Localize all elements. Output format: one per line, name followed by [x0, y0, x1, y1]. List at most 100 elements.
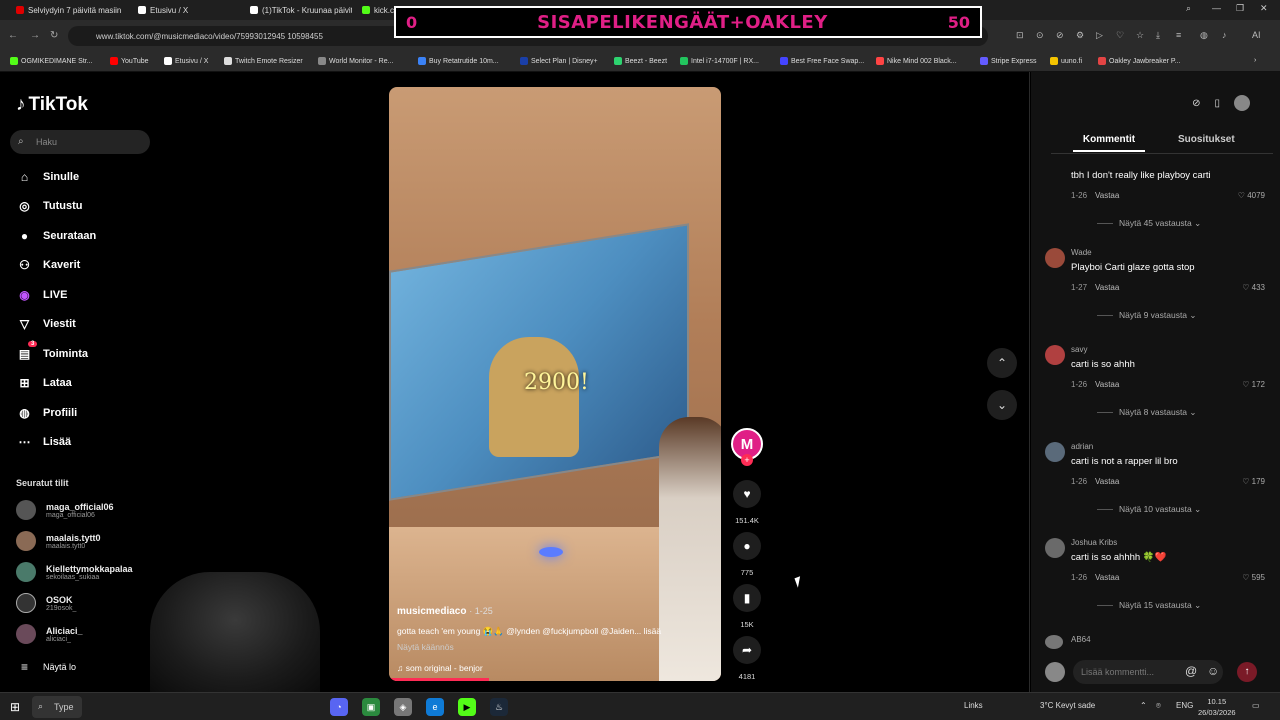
- play-icon[interactable]: ▷: [1096, 30, 1103, 41]
- app-icon[interactable]: ▣: [362, 698, 380, 716]
- bookmark-item[interactable]: Stripe Express: [980, 57, 1037, 65]
- view-replies-button[interactable]: Näytä 10 vastausta ⌄: [1097, 504, 1201, 515]
- browser-tab[interactable]: Selviydyin 7 päivitä masiin: [16, 3, 128, 17]
- search-tabs-icon[interactable]: ⌕: [1186, 3, 1191, 14]
- emoji-icon[interactable]: ☺: [1207, 664, 1219, 678]
- bookmark-item[interactable]: uuno.fi: [1050, 57, 1082, 65]
- bookmark-item[interactable]: OGMIKEDIMANE Str...: [10, 57, 93, 65]
- tiktok-extension-icon[interactable]: ♪: [1222, 30, 1227, 40]
- browser-tab-active[interactable]: (1)TikTok - Kruunaa päivit: [250, 3, 352, 17]
- bookmark-item[interactable]: Nike Mind 002 Black...: [876, 57, 957, 65]
- comment-button[interactable]: ● 775: [731, 532, 763, 577]
- view-replies-button[interactable]: Näytä 15 vastausta ⌄: [1097, 600, 1201, 611]
- heart-icon[interactable]: ♡: [1116, 30, 1124, 41]
- system-clock[interactable]: 10.15 26/03/2026: [1198, 696, 1236, 718]
- minimize-icon[interactable]: —: [1212, 3, 1221, 13]
- bookmark-item[interactable]: Twitch Emote Resizer: [224, 57, 303, 65]
- language-indicator[interactable]: ENG: [1176, 701, 1193, 710]
- discord-icon[interactable]: ◔: [330, 698, 348, 716]
- bookmark-item[interactable]: Oakley Jawbreaker P...: [1098, 57, 1180, 65]
- avatar[interactable]: [1045, 345, 1065, 365]
- download-icon[interactable]: ⤓: [1156, 30, 1160, 41]
- avatar[interactable]: [1045, 248, 1065, 268]
- video-player[interactable]: 2900! musicmediaco · 1-25 gotta teach 'e…: [389, 87, 721, 681]
- tab-suositukset[interactable]: Suositukset: [1178, 134, 1235, 145]
- kick-icon[interactable]: ▶: [458, 698, 476, 716]
- comment-likes[interactable]: ♡ 433: [1242, 283, 1265, 292]
- edge-icon[interactable]: e: [426, 698, 444, 716]
- links-toolbar[interactable]: Links: [964, 701, 983, 710]
- nav-item-live[interactable]: ◉ LIVE: [16, 286, 67, 303]
- like-button[interactable]: ♥ 151.4K: [731, 480, 763, 525]
- forward-icon[interactable]: →: [30, 30, 40, 41]
- comment-user[interactable]: savy: [1071, 345, 1087, 354]
- nav-item-profiili[interactable]: ◍ Profiili: [16, 404, 77, 421]
- comment-user[interactable]: Joshua Kribs: [1071, 538, 1117, 547]
- nav-item-seurataan[interactable]: ● Seurataan: [16, 227, 96, 244]
- sound-link[interactable]: ♫ som original - benjor: [397, 663, 713, 673]
- reply-button[interactable]: Vastaa: [1095, 283, 1119, 292]
- following-account[interactable]: maalais.tytt0 maalais.tytt0: [16, 531, 101, 551]
- reload-icon[interactable]: ↻: [50, 30, 58, 41]
- tab-kommentit[interactable]: Kommentit: [1073, 134, 1145, 152]
- video-progress-bar[interactable]: [389, 678, 489, 681]
- comment-user[interactable]: Wade: [1071, 248, 1092, 257]
- weather-widget[interactable]: 3°C Kevyt sade: [1040, 701, 1095, 710]
- save-button[interactable]: ▮ 15K: [731, 584, 763, 629]
- avatar[interactable]: [1045, 442, 1065, 462]
- view-replies-button[interactable]: Näytä 9 vastausta ⌄: [1097, 310, 1197, 321]
- next-video-button[interactable]: ⌄: [987, 390, 1017, 420]
- mention-icon[interactable]: @: [1185, 664, 1197, 678]
- bookmark-item[interactable]: Select Plan | Disney+: [520, 57, 598, 65]
- extension-icon[interactable]: ⊡: [1016, 30, 1024, 41]
- ai-icon[interactable]: AI: [1252, 30, 1261, 40]
- comment-input[interactable]: Lisää kommentti...: [1073, 660, 1223, 684]
- bookmark-item[interactable]: Etusivu / X: [164, 57, 208, 65]
- reply-button[interactable]: Vastaa: [1095, 477, 1119, 486]
- nav-item-lataa[interactable]: ⊞ Lataa: [16, 374, 71, 391]
- search-input[interactable]: ⌕ Haku: [10, 130, 150, 154]
- bookmark-item[interactable]: Intel i7-14700F | RX...: [680, 57, 759, 65]
- following-account[interactable]: Kiellettymokkapalaa sekoilaas_sukiaa: [16, 562, 133, 582]
- following-account[interactable]: maga_official06 maga_official06: [16, 500, 114, 520]
- bookmark-item[interactable]: Best Free Face Swap...: [780, 57, 864, 65]
- nav-item-viestit[interactable]: ▽ Viestit: [16, 315, 76, 332]
- browser-tab[interactable]: Etusivu / X: [138, 3, 238, 17]
- extension-icon[interactable]: ⊘: [1056, 30, 1064, 41]
- see-more-following[interactable]: ≡ Näytä lo: [16, 658, 76, 675]
- tray-chevron-icon[interactable]: ⌃: [1140, 701, 1147, 710]
- nav-item-tutustu[interactable]: ◎ Tutustu: [16, 197, 82, 214]
- taskbar-search[interactable]: ⌕ Type: [32, 696, 82, 718]
- view-replies-button[interactable]: Näytä 45 vastausta ⌄: [1097, 218, 1201, 229]
- extension-icon[interactable]: ⚙: [1076, 30, 1084, 41]
- reply-button[interactable]: Vastaa: [1095, 573, 1119, 582]
- notifications-icon[interactable]: ▭: [1252, 701, 1260, 710]
- comment-user[interactable]: AB64: [1071, 635, 1091, 644]
- comment-likes[interactable]: ♡ 179: [1242, 477, 1265, 486]
- avatar[interactable]: [1045, 635, 1063, 649]
- follow-plus-icon[interactable]: +: [741, 454, 753, 466]
- video-author[interactable]: musicmediaco · 1-25: [397, 606, 713, 617]
- menu-icon[interactable]: ≡: [1176, 30, 1181, 40]
- bookmark-item[interactable]: YouTube: [110, 57, 149, 65]
- comment-likes[interactable]: ♡ 4079: [1238, 191, 1265, 200]
- following-account[interactable]: Aliciaci_ aliciaci_: [16, 624, 83, 644]
- avatar[interactable]: [1234, 95, 1250, 111]
- phone-icon[interactable]: ▯: [1214, 98, 1220, 111]
- maximize-icon[interactable]: ❐: [1236, 3, 1244, 14]
- comment-user[interactable]: adrian: [1071, 442, 1093, 451]
- bookmark-item[interactable]: Buy Retatrutide 10m...: [418, 57, 499, 65]
- extension-icon[interactable]: ⊙: [1036, 30, 1044, 41]
- back-icon[interactable]: ←: [8, 30, 18, 41]
- compass-icon[interactable]: ⊘: [1192, 98, 1200, 111]
- nav-item-kaverit[interactable]: ⚇ Kaverit: [16, 256, 80, 273]
- translate-link[interactable]: Näytä käännös: [397, 642, 713, 652]
- previous-video-button[interactable]: ⌃: [987, 348, 1017, 378]
- profile-icon[interactable]: ◍: [1200, 30, 1208, 41]
- comment-likes[interactable]: ♡ 172: [1242, 380, 1265, 389]
- nav-item-sinulle[interactable]: ⌂ Sinulle: [16, 168, 79, 185]
- chevron-right-icon[interactable]: ›: [1254, 57, 1256, 64]
- close-icon[interactable]: ✕: [1260, 3, 1268, 14]
- following-account[interactable]: OSOK 219osok_: [16, 593, 76, 613]
- author-avatar-button[interactable]: M +: [731, 428, 763, 466]
